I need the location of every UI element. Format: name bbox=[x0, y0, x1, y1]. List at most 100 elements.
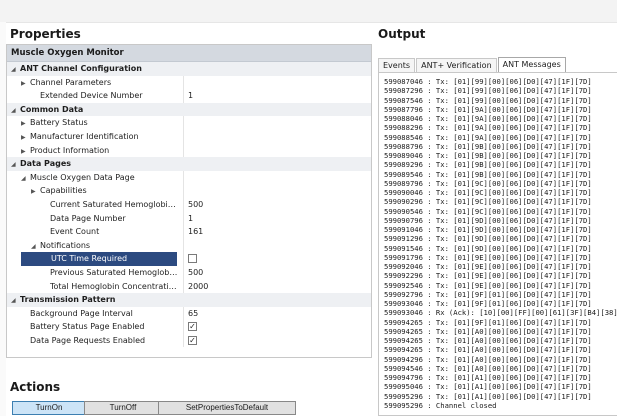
category-row[interactable]: ◢ Data Pages bbox=[7, 157, 371, 171]
property-row[interactable]: ◢ Muscle Oxygen Data Page bbox=[7, 170, 371, 185]
expand-arrow-icon[interactable]: ▶ bbox=[31, 185, 40, 198]
log-line: 599090296 : Tx: [01][9C][00][06][D0][47]… bbox=[384, 197, 592, 207]
property-label-text: Product Information bbox=[30, 145, 110, 155]
message-log[interactable]: 599087046 : Tx: [01][99][00][06][D0][47]… bbox=[378, 72, 617, 416]
log-line: 599091296 : Tx: [01][9D][00][06][D0][47]… bbox=[384, 234, 592, 244]
property-label: ▶ Manufacturer Identification bbox=[21, 130, 179, 144]
category-row[interactable]: ◢ Transmission Pattern bbox=[7, 293, 371, 307]
collapse-arrow-icon[interactable]: ◢ bbox=[11, 158, 20, 171]
log-line: 599093046 : Rx (Ack): [10][00][FF][00][6… bbox=[384, 308, 617, 318]
log-line: 599092796 : Tx: [01][9F][01][06][D0][47]… bbox=[384, 289, 592, 299]
category-row[interactable]: ◢ Common Data bbox=[7, 102, 371, 117]
log-line: 599089546 : Tx: [01][9B][00][06][D0][47]… bbox=[384, 169, 592, 179]
expand-arrow-icon[interactable]: ▶ bbox=[21, 131, 30, 144]
property-checkbox[interactable]: ✓ bbox=[188, 335, 197, 345]
column-divider bbox=[183, 265, 184, 280]
turn-on-button[interactable]: TurnOn bbox=[12, 401, 86, 415]
column-divider bbox=[183, 75, 184, 90]
output-tab[interactable]: Events bbox=[378, 58, 416, 72]
log-line: 599088546 : Tx: [01][9A][00][06][D0][47]… bbox=[384, 132, 592, 142]
expand-arrow-icon[interactable]: ▶ bbox=[21, 77, 30, 90]
property-value[interactable]: 65 bbox=[188, 307, 198, 321]
log-line: 599094265 : Tx: [01][A0][00][06][D0][47]… bbox=[384, 326, 592, 336]
property-row[interactable]: ▶ Channel Parameters bbox=[7, 75, 371, 90]
property-label: ▶ Capabilities bbox=[31, 184, 179, 198]
property-value[interactable]: 500 bbox=[188, 198, 203, 212]
column-divider bbox=[183, 238, 184, 253]
turn-off-button[interactable]: TurnOff bbox=[84, 401, 162, 415]
property-value[interactable]: 2000 bbox=[188, 280, 208, 294]
log-line: 599095296 : Tx: [01][A1][00][06][D0][47]… bbox=[384, 391, 592, 401]
property-row[interactable]: Extended Device Number 1 bbox=[7, 89, 371, 103]
column-divider bbox=[183, 89, 184, 103]
property-label: Total Hemoglobin Concentration (0.01... bbox=[41, 280, 179, 294]
property-row[interactable]: Current Saturated Hemoglobin (0.1%) 500 bbox=[7, 197, 371, 212]
property-label: Current Saturated Hemoglobin (0.1%) bbox=[41, 198, 179, 212]
set-properties-to-default-button[interactable]: SetPropertiesToDefault bbox=[158, 401, 296, 415]
property-row[interactable]: ▶ Manufacturer Identification bbox=[7, 129, 371, 144]
property-value[interactable]: 500 bbox=[188, 266, 203, 280]
log-line: 599091546 : Tx: [01][9D][00][06][D0][47]… bbox=[384, 243, 592, 253]
log-line: 599087296 : Tx: [01][99][00][06][D0][47]… bbox=[384, 86, 592, 96]
log-line: 599092046 : Tx: [01][9E][00][06][D0][47]… bbox=[384, 262, 592, 271]
property-label-text: Data Page Requests Enabled bbox=[30, 335, 146, 345]
collapse-arrow-icon[interactable]: ◢ bbox=[11, 104, 20, 117]
collapse-arrow-icon[interactable]: ◢ bbox=[21, 172, 30, 185]
property-row[interactable]: Data Page Requests Enabled ✓ bbox=[7, 333, 371, 348]
property-row[interactable]: Data Page Number 1 bbox=[7, 211, 371, 226]
output-tab[interactable]: ANT Messages bbox=[497, 57, 566, 72]
property-label-text: Notifications bbox=[40, 240, 91, 250]
property-label-text: UTC Time Required bbox=[51, 254, 128, 264]
column-divider bbox=[183, 252, 184, 266]
property-label: ◢ Data Pages bbox=[11, 157, 71, 171]
property-row[interactable]: UTC Time Required bbox=[7, 252, 371, 266]
property-label-text: Data Pages bbox=[20, 159, 72, 169]
log-line: 599090546 : Tx: [01][9C][00][06][D0][47]… bbox=[384, 206, 592, 216]
property-value[interactable]: 1 bbox=[188, 212, 193, 226]
property-checkbox[interactable] bbox=[188, 254, 197, 264]
log-line: 599089046 : Tx: [01][9B][00][06][D0][47]… bbox=[384, 151, 592, 160]
property-row[interactable]: ▶ Battery Status bbox=[7, 116, 371, 130]
property-value[interactable]: 161 bbox=[188, 225, 203, 239]
expand-arrow-icon[interactable]: ▶ bbox=[21, 145, 30, 158]
property-row[interactable]: Background Page Interval 65 bbox=[7, 306, 371, 321]
category-row[interactable]: ◢ ANT Channel Configuration bbox=[7, 62, 371, 76]
property-row[interactable]: Battery Status Page Enabled ✓ bbox=[7, 320, 371, 334]
log-line: 599089796 : Tx: [01][9C][00][06][D0][47]… bbox=[384, 178, 592, 188]
property-row[interactable]: ▶ Product Information bbox=[7, 143, 371, 158]
property-label: ▶ Battery Status bbox=[21, 116, 179, 130]
property-label: ◢ Notifications bbox=[31, 239, 179, 253]
property-value[interactable]: 1 bbox=[188, 89, 193, 103]
log-line: 599093046 : Tx: [01][9F][01][06][D0][47]… bbox=[384, 299, 592, 308]
expand-arrow-icon[interactable]: ▶ bbox=[21, 117, 30, 130]
property-row[interactable]: Event Count 161 bbox=[7, 225, 371, 239]
property-row[interactable]: Total Hemoglobin Concentration (0.01... 2… bbox=[7, 279, 371, 294]
column-divider bbox=[183, 116, 184, 130]
column-divider bbox=[183, 306, 184, 321]
log-line: 599088296 : Tx: [01][9A][00][06][D0][47]… bbox=[384, 123, 592, 133]
collapse-arrow-icon[interactable]: ◢ bbox=[11, 63, 20, 76]
property-checkbox[interactable]: ✓ bbox=[188, 322, 197, 332]
collapse-arrow-icon[interactable]: ◢ bbox=[11, 294, 20, 307]
log-line: 599092546 : Tx: [01][9E][00][06][D0][47]… bbox=[384, 280, 592, 290]
output-tabs: Events ANT+ Verification ANT Messages bbox=[378, 57, 567, 72]
collapse-arrow-icon[interactable]: ◢ bbox=[31, 240, 40, 253]
property-label: Extended Device Number bbox=[31, 89, 179, 103]
property-label-text: Channel Parameters bbox=[30, 77, 112, 87]
log-line: 599094296 : Tx: [01][A0][00][06][D0][47]… bbox=[384, 354, 592, 364]
property-label-text: ANT Channel Configuration bbox=[20, 64, 142, 73]
log-line: 599094265 : Tx: [01][A0][00][06][D0][47]… bbox=[384, 345, 592, 355]
property-label-text: Current Saturated Hemoglobin (0.1%) bbox=[50, 199, 179, 209]
property-rows: ◢ ANT Channel Configuration ▶ Channel Param… bbox=[7, 62, 371, 348]
column-divider bbox=[183, 211, 184, 226]
output-panel: Events ANT+ Verification ANT Messages 5990… bbox=[378, 44, 617, 416]
log-line: 599092296 : Tx: [01][9E][00][06][D0][47]… bbox=[384, 271, 592, 281]
actions-bar: TurnOn TurnOff SetPropertiesToDefault bbox=[6, 396, 372, 416]
property-row[interactable]: Previous Saturated Hemoglobin (0.1%) 500 bbox=[7, 265, 371, 280]
property-label: ◢ ANT Channel Configuration bbox=[11, 62, 142, 76]
property-row[interactable]: ▶ Capabilities bbox=[7, 184, 371, 198]
log-line: 599091046 : Tx: [01][9D][00][06][D0][47]… bbox=[384, 225, 592, 234]
output-tab[interactable]: ANT+ Verification bbox=[416, 58, 497, 72]
property-label: ◢ Common Data bbox=[11, 103, 83, 117]
property-row[interactable]: ◢ Notifications bbox=[7, 238, 371, 253]
